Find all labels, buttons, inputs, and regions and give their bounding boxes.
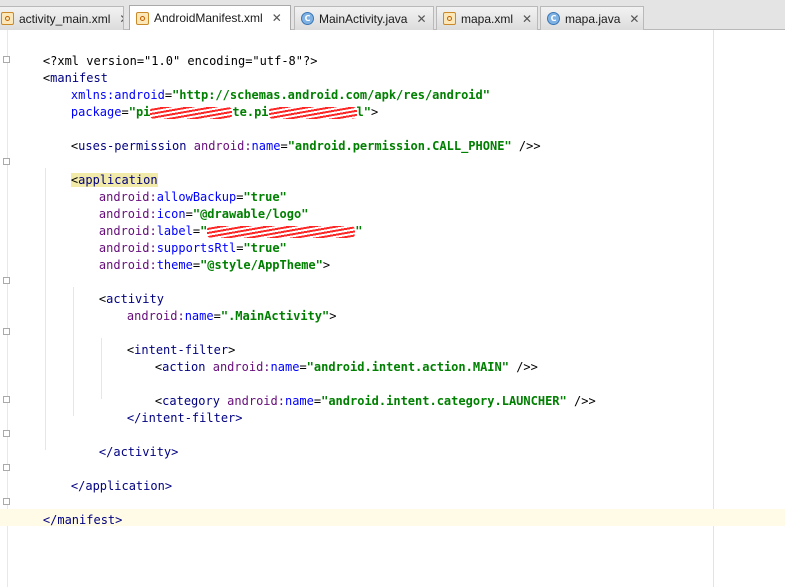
- code-editor[interactable]: <?xml version="1.0" encoding="utf-8"?> <…: [0, 30, 785, 587]
- equals: =: [213, 309, 221, 323]
- tab-label: mapa.java: [565, 11, 621, 26]
- tab-activity-main-xml[interactable]: activity_main.xml ✕: [0, 6, 124, 30]
- tag-name: uses-permission: [78, 139, 187, 153]
- code-line: android:allowBackup="true": [70, 172, 287, 204]
- indent-guide: [45, 168, 46, 450]
- attr-name: package: [70, 105, 122, 119]
- attr-value: "pi: [128, 105, 151, 119]
- code-line: <action android:name="android.intent.act…: [126, 342, 538, 374]
- code-line: <activity: [70, 274, 164, 306]
- code-line: <uses-permission android:name="android.p…: [42, 121, 541, 153]
- attr-name: name: [251, 139, 281, 153]
- tab-label: MainActivity.java: [319, 11, 408, 26]
- close-tab-icon[interactable]: ✕: [119, 12, 123, 26]
- attr-ns: android:: [98, 258, 157, 272]
- fold-marker[interactable]: [3, 464, 10, 471]
- code-line: </activity>: [70, 427, 178, 459]
- code-line: <?xml version="1.0" encoding="utf-8"?>: [14, 36, 318, 68]
- fold-marker[interactable]: [3, 277, 10, 284]
- code-line: android:name=".MainActivity">: [98, 291, 337, 323]
- code-line: </application>: [42, 461, 172, 493]
- redaction-scribble: [150, 106, 233, 119]
- xml-file-icon: [443, 12, 456, 25]
- code-line: <intent-filter>: [98, 325, 235, 357]
- attr-value: "android.intent.action.MAIN": [306, 360, 509, 374]
- code-line: xmlns:android="http://schemas.android.co…: [42, 70, 490, 102]
- code-line: android:theme="@style/AppTheme">: [70, 240, 330, 272]
- code-line: android:supportsRtl="true": [70, 223, 287, 255]
- attr-value: ".MainActivity": [220, 309, 330, 323]
- code-line: <application: [42, 155, 158, 187]
- equals: =: [121, 105, 129, 119]
- fold-marker[interactable]: [3, 396, 10, 403]
- attr-ns: android:: [212, 360, 271, 374]
- fold-marker[interactable]: [3, 328, 10, 335]
- bracket: >: [329, 309, 337, 323]
- java-class-icon: C: [547, 12, 560, 25]
- equals: =: [192, 258, 201, 272]
- closing-tag: </manifest>: [42, 513, 123, 527]
- attr-value: "@style/AppTheme": [200, 258, 323, 272]
- tab-mapa-xml[interactable]: mapa.xml ✕: [436, 6, 538, 30]
- attr-ns: android:: [193, 139, 252, 153]
- bracket: />: [508, 360, 531, 374]
- fold-marker[interactable]: [3, 498, 10, 505]
- bracket: >: [530, 360, 538, 374]
- attr-name: theme: [156, 258, 193, 272]
- tab-android-manifest-xml[interactable]: AndroidManifest.xml ✕: [129, 5, 291, 30]
- tab-mapa-java[interactable]: C mapa.java ✕: [540, 6, 644, 30]
- code-line: <category android:name="android.intent.c…: [126, 376, 596, 408]
- closing-tag: </activity>: [98, 445, 179, 459]
- fold-marker[interactable]: [3, 430, 10, 437]
- fold-marker[interactable]: [3, 56, 10, 63]
- attr-name: name: [184, 309, 214, 323]
- xml-file-icon: [136, 11, 149, 25]
- attr-ns: android:: [126, 309, 185, 323]
- attr-value: te.pi: [232, 105, 269, 119]
- code-line: <manifest: [14, 53, 108, 85]
- attr-value: l": [356, 105, 371, 119]
- tab-main-activity-java[interactable]: C MainActivity.java ✕: [294, 6, 434, 30]
- java-class-icon: C: [301, 12, 314, 25]
- editor-tab-bar: activity_main.xml ✕ AndroidManifest.xml …: [0, 0, 785, 30]
- bracket: >: [370, 105, 379, 119]
- tab-label: activity_main.xml: [19, 11, 111, 26]
- bracket: >: [533, 139, 541, 153]
- fold-marker[interactable]: [3, 158, 10, 165]
- close-tab-icon[interactable]: ✕: [522, 12, 532, 26]
- closing-tag: </intent-filter>: [126, 411, 243, 425]
- attr-value: "android.permission.CALL_PHONE": [287, 139, 512, 153]
- bracket: >: [588, 394, 596, 408]
- code-line: package="pi te.pi l">: [42, 87, 378, 119]
- attr-value: "android.intent.category.LAUNCHER": [321, 394, 567, 408]
- equals: =: [299, 360, 307, 374]
- equals: =: [280, 139, 288, 153]
- bracket: >: [322, 258, 331, 272]
- tag-name: action: [162, 360, 206, 374]
- bracket: />: [566, 394, 589, 408]
- close-tab-icon[interactable]: ✕: [272, 11, 282, 25]
- code-line: android:icon="@drawable/logo": [70, 189, 309, 221]
- close-tab-icon[interactable]: ✕: [629, 12, 639, 26]
- attr-name: name: [270, 360, 300, 374]
- attr-value: ": [355, 224, 363, 238]
- code-line: </intent-filter>: [98, 393, 243, 425]
- tab-label: mapa.xml: [461, 11, 514, 26]
- redaction-scribble: [268, 106, 357, 119]
- close-tab-icon[interactable]: ✕: [416, 12, 426, 26]
- bracket: />: [511, 139, 534, 153]
- closing-tag: </application>: [70, 479, 173, 493]
- xml-file-icon: [1, 12, 14, 25]
- tab-label: AndroidManifest.xml: [154, 11, 263, 25]
- code-line: android:label=" ": [70, 206, 363, 238]
- attr-name: name: [284, 394, 314, 408]
- code-line: </manifest>: [14, 495, 122, 527]
- right-margin-guide: [713, 30, 714, 587]
